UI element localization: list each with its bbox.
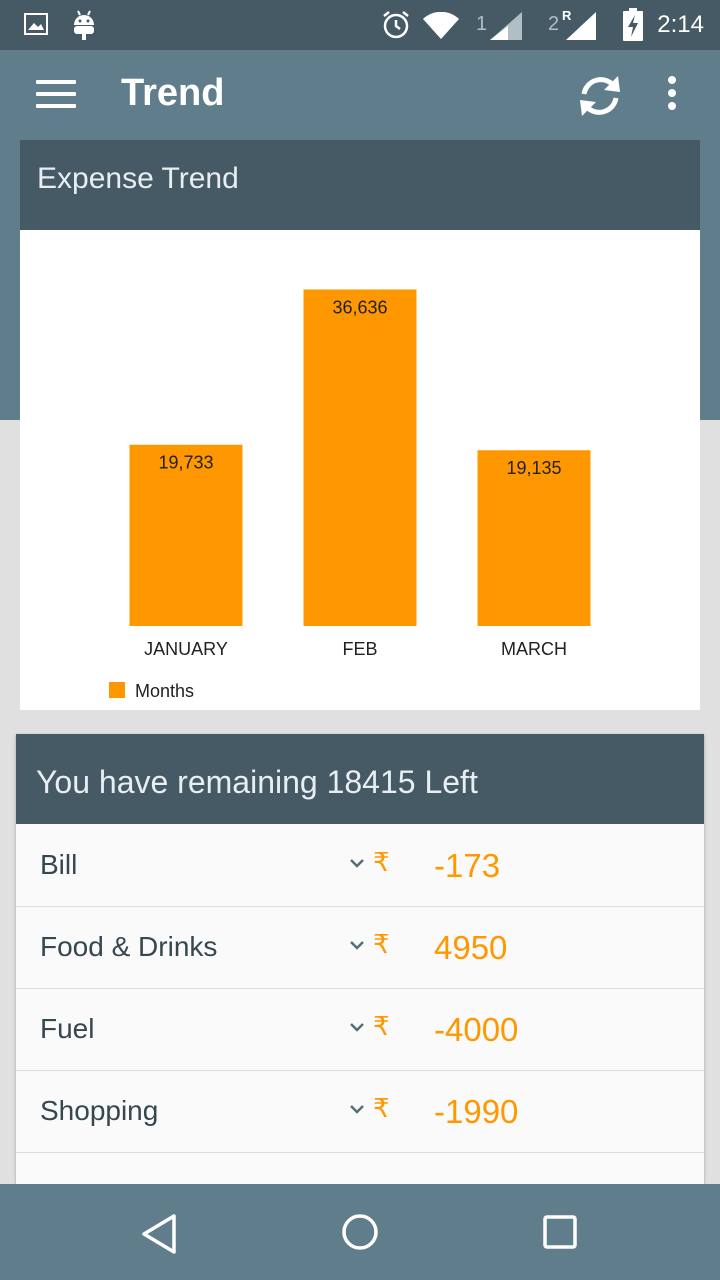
legend-label: Months: [135, 681, 194, 701]
x-tick-label: JANUARY: [144, 639, 228, 659]
wifi-icon: [423, 12, 459, 39]
image-icon: [24, 13, 48, 35]
x-tick-label: MARCH: [501, 639, 567, 659]
bar-value-label: 36,636: [332, 297, 387, 317]
remaining-title: You have remaining 18415 Left: [36, 764, 478, 800]
status-bar: 1 2 R 2:14: [0, 0, 720, 50]
list-item[interactable]: [16, 1153, 704, 1184]
navigation-bar: [0, 1184, 720, 1280]
alarm-icon: [383, 11, 409, 39]
category-label: Bill: [40, 849, 78, 880]
bar-value-label: 19,135: [506, 458, 561, 478]
category-label: Shopping: [40, 1095, 159, 1126]
rupee-icon: ₹: [373, 929, 390, 959]
back-icon[interactable]: [138, 1212, 182, 1256]
list-item[interactable]: Fuel ₹ -4000: [16, 989, 704, 1071]
rupee-icon: ₹: [373, 1011, 390, 1041]
bar-chart: 19,733 JANUARY 36,636 FEB 19,135 MARCH Months: [109, 289, 591, 701]
category-label: Fuel: [40, 1013, 95, 1044]
home-icon[interactable]: [338, 1210, 382, 1254]
refresh-icon[interactable]: [576, 72, 624, 120]
sim1-label: 1: [476, 13, 488, 35]
battery-charging-icon: [623, 8, 643, 41]
signal-icon: [490, 12, 522, 40]
hamburger-menu-icon[interactable]: [36, 80, 76, 110]
chevron-down-icon[interactable]: [348, 857, 366, 869]
expense-trend-title: Expense Trend: [37, 162, 239, 195]
category-label: Food & Drinks: [40, 931, 218, 962]
signal-icon: [566, 12, 596, 40]
rupee-icon: ₹: [373, 1093, 390, 1123]
more-vert-icon[interactable]: [660, 76, 684, 116]
recents-icon[interactable]: [540, 1212, 580, 1252]
chevron-down-icon[interactable]: [348, 1021, 366, 1033]
list-item[interactable]: Food & Drinks ₹ 4950: [16, 907, 704, 989]
category-amount: -1990: [434, 1093, 519, 1130]
legend-swatch: [109, 682, 125, 698]
x-tick-label: FEB: [342, 639, 377, 659]
rupee-icon: ₹: [373, 847, 390, 877]
clock-time: 2:14: [657, 11, 704, 38]
list-item[interactable]: Shopping ₹ -1990: [16, 1071, 704, 1153]
remaining-budget-card: You have remaining 18415 Left Bill ₹ -17…: [16, 734, 704, 1184]
page-title: Trend: [121, 72, 225, 114]
list-item[interactable]: Bill ₹ -173: [16, 825, 704, 907]
chevron-down-icon[interactable]: [348, 1103, 366, 1115]
sim2-label: 2: [548, 13, 560, 35]
category-amount: -4000: [434, 1011, 519, 1048]
chart-bar: [303, 289, 417, 626]
remaining-header: You have remaining 18415 Left: [16, 734, 704, 824]
expense-trend-chart: 19,733 JANUARY 36,636 FEB 19,135 MARCH Months: [20, 230, 700, 710]
android-icon: [74, 10, 94, 40]
expense-trend-header: Expense Trend: [20, 140, 700, 230]
category-amount: 4950: [434, 929, 508, 966]
category-amount: -173: [434, 847, 501, 884]
bar-value-label: 19,733: [158, 453, 213, 473]
chevron-down-icon[interactable]: [348, 939, 366, 951]
